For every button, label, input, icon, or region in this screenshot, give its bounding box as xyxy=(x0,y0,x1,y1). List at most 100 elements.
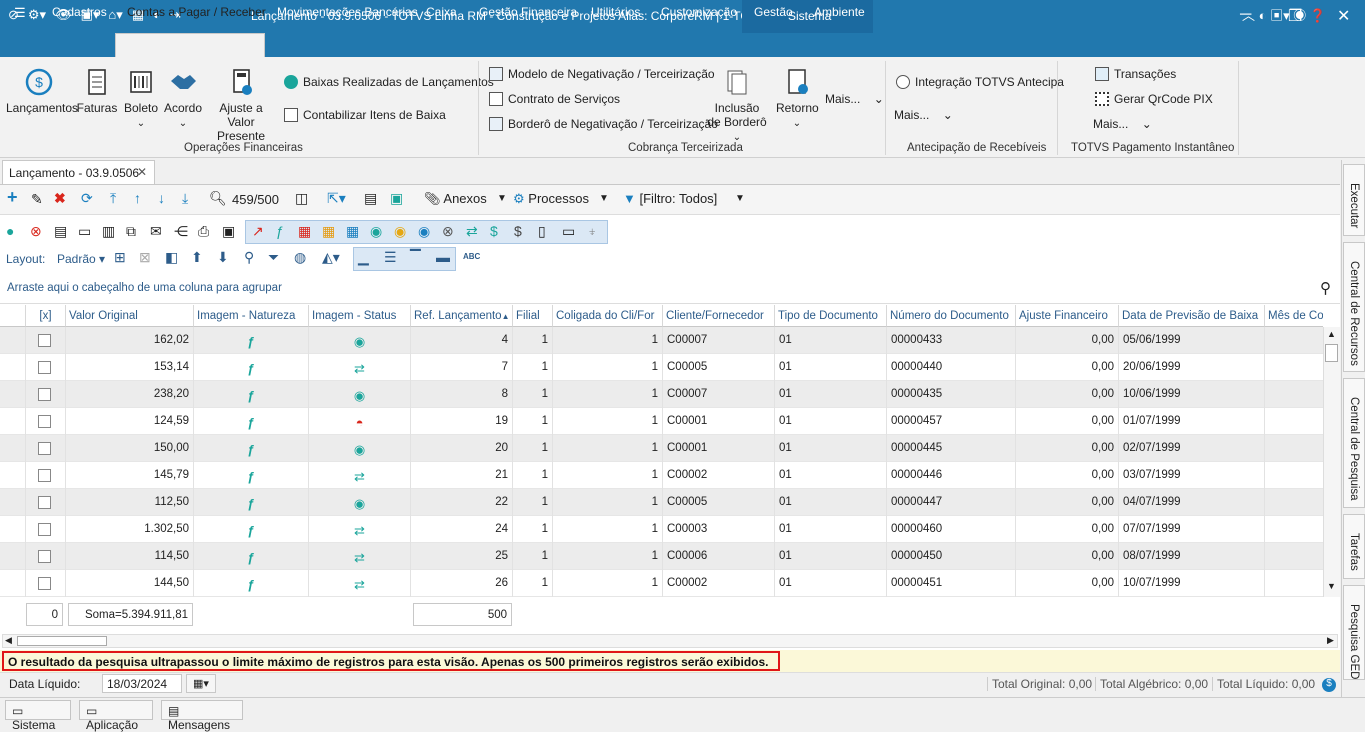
contrato-servicos-button[interactable]: Contrato de Serviços xyxy=(489,92,620,106)
expand-icon[interactable]: ⊞ xyxy=(114,249,126,266)
scroll-left-icon[interactable]: ◀ xyxy=(5,635,12,646)
processos-chevron-icon[interactable]: ▼ xyxy=(599,193,609,204)
cancel-icon[interactable]: ⊗ xyxy=(30,223,42,240)
bottom-tab-mensagens[interactable]: ▤ Mensagens xyxy=(161,700,243,732)
next-record-icon[interactable]: ↓ xyxy=(158,190,165,206)
print-doc-icon[interactable]: ▤ xyxy=(54,223,67,240)
filter-button[interactable]: ▼ [Filtro: Todos] xyxy=(623,191,717,206)
header-mes-competencia[interactable]: Mês de Compe xyxy=(1265,305,1323,327)
calendar-red-icon[interactable]: ▦ xyxy=(298,223,311,240)
status-cancel-icon[interactable]: ⊗ xyxy=(442,223,454,240)
table-row[interactable]: ƒ ◓ 124,59 19 1 1 C00001 01 00000457 0,00 01/07/19… xyxy=(0,408,1323,435)
contabilizar-itens-button[interactable]: Contabilizar Itens de Baixa xyxy=(284,108,446,122)
header-imagem-natureza[interactable]: Imagem - Natureza xyxy=(194,305,309,327)
table-row[interactable]: ƒ ◉ 162,02 4 1 1 C00007 01 00000433 0,00 05/06/199… xyxy=(0,327,1323,354)
integracao-antecipa-button[interactable]: Integração TOTVS Antecipa xyxy=(896,75,1064,89)
layout-select[interactable]: Padrão ▾ xyxy=(57,252,105,266)
row-indicator[interactable] xyxy=(0,435,26,462)
refresh-icon[interactable]: ⟳ xyxy=(81,190,93,207)
antecipacao-mais-button[interactable]: Mais... ⌄ xyxy=(894,108,953,122)
header-data-previsao-baixa[interactable]: Data de Previsão de Baixa xyxy=(1119,305,1265,327)
view-full-icon[interactable]: ▬ xyxy=(436,249,450,265)
header-cliente-fornecedor[interactable]: Cliente/Fornecedor xyxy=(663,305,775,327)
tree-icon[interactable]: ⋲ xyxy=(174,223,188,240)
menu-gestao-financeira[interactable]: Gestão Financeira xyxy=(479,5,577,19)
view-top-icon[interactable]: ▔ xyxy=(410,249,421,266)
paint-icon[interactable]: ⚲ xyxy=(244,249,254,266)
side-tab-central-pesquisa[interactable]: Central de Pesquisa xyxy=(1343,378,1365,508)
document-tab[interactable]: Lançamento - 03.9.0506 ✕ xyxy=(2,160,155,184)
transacoes-button[interactable]: Transações xyxy=(1095,67,1176,81)
file-menu-icon[interactable]: ☰ xyxy=(14,5,26,21)
edit-icon[interactable]: ✎ xyxy=(31,191,43,208)
home-icon[interactable]: ⌂▾ xyxy=(108,7,122,23)
processos-button[interactable]: ⚙ Processos xyxy=(513,191,589,207)
table-row[interactable]: ƒ ◉ 238,20 8 1 1 C00007 01 00000435 0,00 10/06/199… xyxy=(0,381,1323,408)
arrow-up-red-icon[interactable]: ↗ xyxy=(252,223,264,240)
menu-ambiente[interactable]: Ambiente xyxy=(814,5,865,19)
copy-icon[interactable]: ⧉ xyxy=(126,223,136,240)
chart-icon[interactable]: ◭▾ xyxy=(322,249,340,266)
columns-icon[interactable]: ◫ xyxy=(295,190,308,207)
close-icon[interactable]: ✕ xyxy=(1337,6,1350,26)
header-filial[interactable]: Filial xyxy=(513,305,553,327)
hscroll-thumb[interactable] xyxy=(17,636,107,646)
header-select-all[interactable]: [x] xyxy=(26,305,66,327)
feather-icon[interactable]: ƒ xyxy=(276,223,284,239)
grid-search-icon[interactable]: ⚲ xyxy=(1320,279,1331,297)
add-icon[interactable]: + xyxy=(7,187,18,208)
bordero-negativacao-button[interactable]: Borderô de Negativação / Terceirização xyxy=(489,117,718,131)
menu-customizacao[interactable]: Customização xyxy=(661,5,737,19)
menu-utilitarios[interactable]: Utilitários xyxy=(591,5,640,19)
quick-tools-icon[interactable]: ⚙▾ xyxy=(28,7,46,23)
scroll-up-icon[interactable]: ▲ xyxy=(1327,329,1336,339)
baixas-realizadas-button[interactable]: Baixas Realizadas de Lançamentos xyxy=(284,75,494,89)
menu-movimentacoes-bancarias[interactable]: Movimentações Bancárias xyxy=(277,5,418,19)
row-checkbox[interactable] xyxy=(38,334,51,347)
modelo-negativacao-button[interactable]: Modelo de Negativação / Terceirização xyxy=(489,67,715,81)
layout-up-icon[interactable]: ⬆ xyxy=(191,249,203,266)
export-icon[interactable]: ⇱▾ xyxy=(327,190,346,207)
data-liquido-input[interactable]: 18/03/2024 xyxy=(102,674,182,693)
delete-icon[interactable]: ✖ xyxy=(54,190,66,207)
cobranca-mais-button[interactable]: Mais... ⌄ xyxy=(825,92,884,106)
scroll-down-icon[interactable]: ▼ xyxy=(1327,581,1336,591)
header-tipo-documento[interactable]: Tipo de Documento xyxy=(775,305,887,327)
row-indicator[interactable] xyxy=(0,516,26,543)
pix-mais-button[interactable]: Mais... ⌄ xyxy=(1093,117,1152,131)
scroll-right-icon[interactable]: ▶ xyxy=(1327,635,1334,646)
attach-doc-icon[interactable]: ▣ xyxy=(222,223,235,240)
menu-contas-pagar-receber[interactable]: Contas a Pagar / Receber xyxy=(127,5,266,19)
printer-icon[interactable]: ⎙ xyxy=(198,223,209,240)
scroll-thumb[interactable] xyxy=(1325,344,1338,362)
row-indicator[interactable] xyxy=(0,408,26,435)
spellcheck-icon[interactable]: ABC xyxy=(463,252,480,261)
header-imagem-status[interactable]: Imagem - Status xyxy=(309,305,411,327)
ajuste-valor-presente-button[interactable]: Ajuste a Valor Presente xyxy=(205,67,277,143)
previous-record-icon[interactable]: ↑ xyxy=(134,190,141,206)
row-checkbox[interactable] xyxy=(38,388,51,401)
gerar-qrcode-button[interactable]: Gerar QrCode PIX xyxy=(1095,92,1213,106)
menu-cadastros[interactable]: Cadastros xyxy=(52,5,107,19)
row-indicator[interactable] xyxy=(0,543,26,570)
table-row[interactable]: ƒ ◉ 150,00 20 1 1 C00001 01 00000445 0,00 02/07/19… xyxy=(0,435,1323,462)
inclusao-bordero-button[interactable]: Inclusão de Borderô ⌄ xyxy=(704,67,770,143)
bottom-tab-aplicacao[interactable]: ▭ Aplicação xyxy=(79,700,153,732)
calendar-picker-icon[interactable]: ▦▾ xyxy=(186,674,216,693)
pin-icon[interactable]: ⍖ xyxy=(588,223,596,240)
row-checkbox[interactable] xyxy=(38,496,51,509)
row-indicator[interactable] xyxy=(0,489,26,516)
menu-gestao[interactable]: Gestão xyxy=(754,5,793,19)
mail-icon[interactable]: ✉ xyxy=(150,223,162,240)
retorno-button[interactable]: Retorno ⌄ xyxy=(776,67,819,129)
header-valor-original[interactable]: Valor Original xyxy=(66,305,194,327)
vertical-scrollbar[interactable]: ▲ ▼ xyxy=(1323,327,1340,597)
approve-icon[interactable]: ● xyxy=(6,223,14,239)
table-row[interactable]: ƒ ◉ 112,50 22 1 1 C00005 01 00000447 0,00 04/07/19… xyxy=(0,489,1323,516)
status-check-icon[interactable]: ◉ xyxy=(370,223,382,240)
row-checkbox[interactable] xyxy=(38,415,51,428)
side-tab-central-recursos[interactable]: Central de Recursos xyxy=(1343,242,1365,372)
lancamentos-button[interactable]: $ Lançamentos xyxy=(6,67,78,115)
faturas-button[interactable]: Faturas xyxy=(76,67,118,115)
anexos-chevron-icon[interactable]: ▼ xyxy=(497,193,507,204)
